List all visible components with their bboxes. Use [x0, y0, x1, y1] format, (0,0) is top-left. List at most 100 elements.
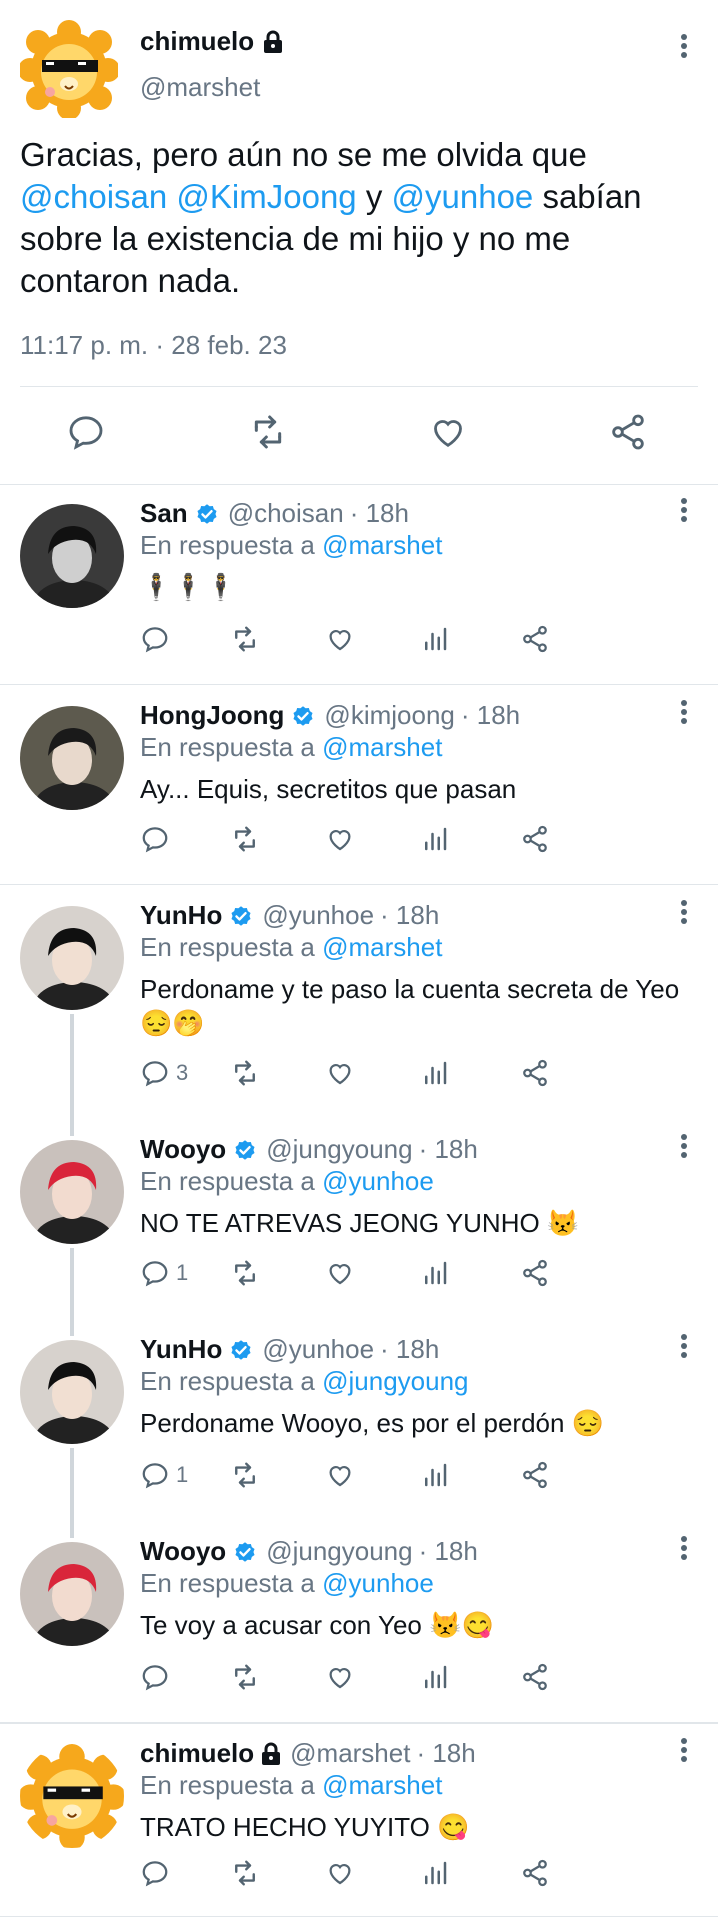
reply-button[interactable]: 3 [140, 1058, 188, 1088]
user-avatar[interactable] [20, 1744, 124, 1848]
in-reply-mention[interactable]: @marshet [322, 932, 442, 962]
view-stats-button[interactable] [420, 1058, 450, 1088]
reply-button[interactable] [140, 1858, 170, 1888]
reply-tweet[interactable]: YunHo @yunhoe · 18h En respuesta a @jungyou… [0, 1320, 718, 1522]
stats-chart-icon [420, 1258, 450, 1288]
more-options-icon[interactable] [680, 1134, 688, 1158]
more-options-icon[interactable] [680, 498, 688, 522]
reply-header: HongJoong @kimjoong · 18h [140, 700, 520, 731]
retweet-button[interactable] [230, 1058, 260, 1088]
reply-time[interactable]: · 18h [416, 1738, 475, 1769]
reply-tweet[interactable]: HongJoong @kimjoong · 18h En respuesta a @m… [0, 686, 718, 886]
share-button[interactable] [520, 1662, 550, 1692]
user-name[interactable]: HongJoong [140, 700, 284, 731]
reply-button[interactable] [140, 1662, 170, 1692]
reply-button[interactable] [140, 824, 170, 854]
view-stats-button[interactable] [420, 1858, 450, 1888]
reply-button[interactable]: 1 [140, 1258, 188, 1288]
reply-count: 1 [176, 1462, 189, 1487]
view-stats-button[interactable] [420, 824, 450, 854]
reply-button[interactable]: 1 [140, 1460, 188, 1490]
user-name[interactable]: chimuelo [140, 1738, 254, 1769]
reply-tweet[interactable]: San @choisan · 18h En respuesta a @marshet 🕴… [0, 484, 718, 686]
more-options-icon[interactable] [680, 700, 688, 724]
user-avatar[interactable] [20, 1140, 124, 1244]
reply-text: Perdoname Wooyo, es por el perdón 😔 [140, 1408, 605, 1438]
user-avatar[interactable] [20, 1340, 124, 1444]
reply-time[interactable]: · 18h [419, 1536, 478, 1567]
user-avatar[interactable] [20, 504, 124, 608]
like-button[interactable] [325, 1858, 355, 1888]
retweet-button[interactable] [230, 1460, 260, 1490]
user-name[interactable]: YunHo [140, 1334, 222, 1365]
in-reply-mention[interactable]: @jungyoung [322, 1366, 468, 1396]
user-avatar[interactable] [20, 1542, 124, 1646]
reply-count: 3 [176, 1060, 189, 1085]
view-stats-button[interactable] [420, 1460, 450, 1490]
reply-time[interactable]: · 18h [380, 900, 439, 931]
reply-icon [140, 1258, 170, 1288]
user-handle[interactable]: @kimjoong [324, 700, 454, 731]
reply-action-bar [140, 624, 680, 664]
reply-tweet[interactable]: Wooyo @jungyoung · 18h En respuesta a @yunh… [0, 1120, 718, 1320]
retweet-button[interactable] [230, 1662, 260, 1692]
share-button[interactable] [520, 1858, 550, 1888]
reply-tweet[interactable]: YunHo @yunhoe · 18h En respuesta a @marshet… [0, 886, 718, 1120]
user-handle[interactable]: @jungyoung [266, 1536, 412, 1567]
retweet-button[interactable] [230, 1858, 260, 1888]
view-stats-button[interactable] [420, 624, 450, 654]
in-reply-mention[interactable]: @yunhoe [322, 1166, 434, 1196]
like-button[interactable] [325, 624, 355, 654]
more-options-icon[interactable] [680, 900, 688, 924]
reply-time[interactable]: · 18h [350, 498, 409, 529]
share-button[interactable] [520, 824, 550, 854]
user-name[interactable]: San [140, 498, 188, 529]
share-button[interactable] [520, 1058, 550, 1088]
user-avatar[interactable] [20, 706, 124, 810]
like-button[interactable] [325, 1662, 355, 1692]
reply-tweet[interactable]: Wooyo @jungyoung · 18h En respuesta a @yunh… [0, 1522, 718, 1724]
user-handle[interactable]: @marshet [290, 1738, 410, 1769]
reply-tweet[interactable]: chimuelo @marshet · 18h En respuesta a @mar… [0, 1724, 718, 1920]
like-heart-icon [325, 624, 355, 654]
more-options-icon[interactable] [680, 1536, 688, 1560]
share-button[interactable] [520, 1460, 550, 1490]
user-name[interactable]: Wooyo [140, 1536, 226, 1567]
verified-badge-icon [232, 1539, 258, 1565]
like-heart-icon [325, 1460, 355, 1490]
like-button[interactable] [325, 1460, 355, 1490]
in-reply-to: En respuesta a @marshet [140, 530, 442, 561]
more-options-icon[interactable] [680, 1334, 688, 1358]
view-stats-button[interactable] [420, 1662, 450, 1692]
in-reply-mention[interactable]: @marshet [322, 530, 442, 560]
user-handle[interactable]: @yunhoe [262, 1334, 374, 1365]
reply-time[interactable]: · 18h [419, 1134, 478, 1165]
share-button[interactable] [520, 1258, 550, 1288]
like-button[interactable] [325, 824, 355, 854]
view-stats-button[interactable] [420, 1258, 450, 1288]
divider [0, 884, 718, 885]
like-button[interactable] [325, 1258, 355, 1288]
reply-button[interactable] [140, 624, 170, 654]
in-reply-mention[interactable]: @marshet [322, 1770, 442, 1800]
like-button[interactable] [325, 1058, 355, 1088]
more-options-icon[interactable] [680, 1738, 688, 1762]
user-handle[interactable]: @jungyoung [266, 1134, 412, 1165]
user-handle[interactable]: @yunhoe [262, 900, 374, 931]
share-button[interactable] [520, 624, 550, 654]
in-reply-mention[interactable]: @yunhoe [322, 1568, 434, 1598]
user-avatar[interactable] [20, 906, 124, 1010]
retweet-button[interactable] [230, 624, 260, 654]
user-name[interactable]: YunHo [140, 900, 222, 931]
in-reply-to: En respuesta a @marshet [140, 1770, 442, 1801]
in-reply-label: En respuesta a [140, 1568, 315, 1598]
reply-text: Perdoname y te paso la cuenta secreta de… [140, 974, 680, 1038]
reply-time[interactable]: · 18h [380, 1334, 439, 1365]
retweet-button[interactable] [230, 824, 260, 854]
in-reply-mention[interactable]: @marshet [322, 732, 442, 762]
user-name[interactable]: Wooyo [140, 1134, 226, 1165]
user-handle[interactable]: @choisan [228, 498, 344, 529]
retweet-button[interactable] [230, 1258, 260, 1288]
reply-time[interactable]: · 18h [461, 700, 520, 731]
share-icon [520, 824, 550, 854]
